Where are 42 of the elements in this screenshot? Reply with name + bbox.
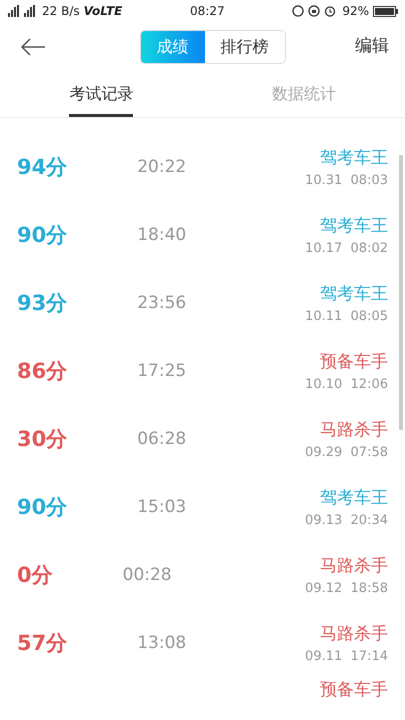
date-time: 10.17 08:02: [305, 240, 388, 258]
score: 93分: [17, 290, 68, 318]
score: 94分: [17, 154, 68, 182]
score: 90分: [17, 494, 68, 522]
score: 86分: [17, 358, 68, 386]
duration: 15:03: [137, 496, 186, 520]
date-time: 10.11 08:05: [305, 308, 388, 326]
rank-title: 预备车手: [320, 350, 388, 374]
score: 0分: [17, 562, 53, 590]
battery-level: 92%: [342, 3, 369, 20]
signal-icon: [6, 5, 38, 17]
rank-title: 驾考车王: [320, 146, 388, 170]
score: 30分: [17, 426, 68, 454]
tab[interactable]: 考试记录: [69, 82, 134, 117]
clock: 08:27: [190, 3, 225, 20]
rank-title: 驾考车王: [320, 486, 388, 510]
duration: 17:25: [137, 360, 186, 384]
rank-title: 驾考车王: [320, 282, 388, 306]
date-time: 09.12 18:58: [305, 580, 388, 598]
duration: 23:56: [137, 292, 186, 316]
battery-icon: [373, 6, 399, 16]
rank-title: 马路杀手: [320, 418, 388, 442]
date-time: 09.29 07:58: [305, 444, 388, 462]
duration: 20:22: [137, 156, 186, 180]
score: 90分: [17, 222, 68, 250]
date-time: 10.10 12:06: [305, 376, 388, 394]
duration: 13:08: [137, 632, 186, 656]
date-time: 09.11 17:14: [305, 648, 388, 666]
edit-button[interactable]: 编辑: [355, 34, 389, 60]
score: 57分: [17, 630, 68, 658]
duration: 00:28: [122, 564, 172, 588]
back-icon[interactable]: [20, 38, 46, 56]
date-time: 10.31 08:03: [305, 172, 388, 190]
rank-title: 马路杀手: [320, 622, 388, 646]
duration: 06:28: [137, 428, 186, 452]
duration: 18:40: [137, 224, 186, 248]
volte-indicator: VoLTE: [84, 3, 122, 20]
rank-title: 马路杀手: [320, 554, 388, 578]
rank-title: 预备车手: [320, 679, 388, 702]
date-time: 09.13 20:34: [305, 512, 388, 530]
rank-title: 驾考车王: [320, 214, 388, 238]
network-speed: 22 B/s: [42, 3, 80, 20]
